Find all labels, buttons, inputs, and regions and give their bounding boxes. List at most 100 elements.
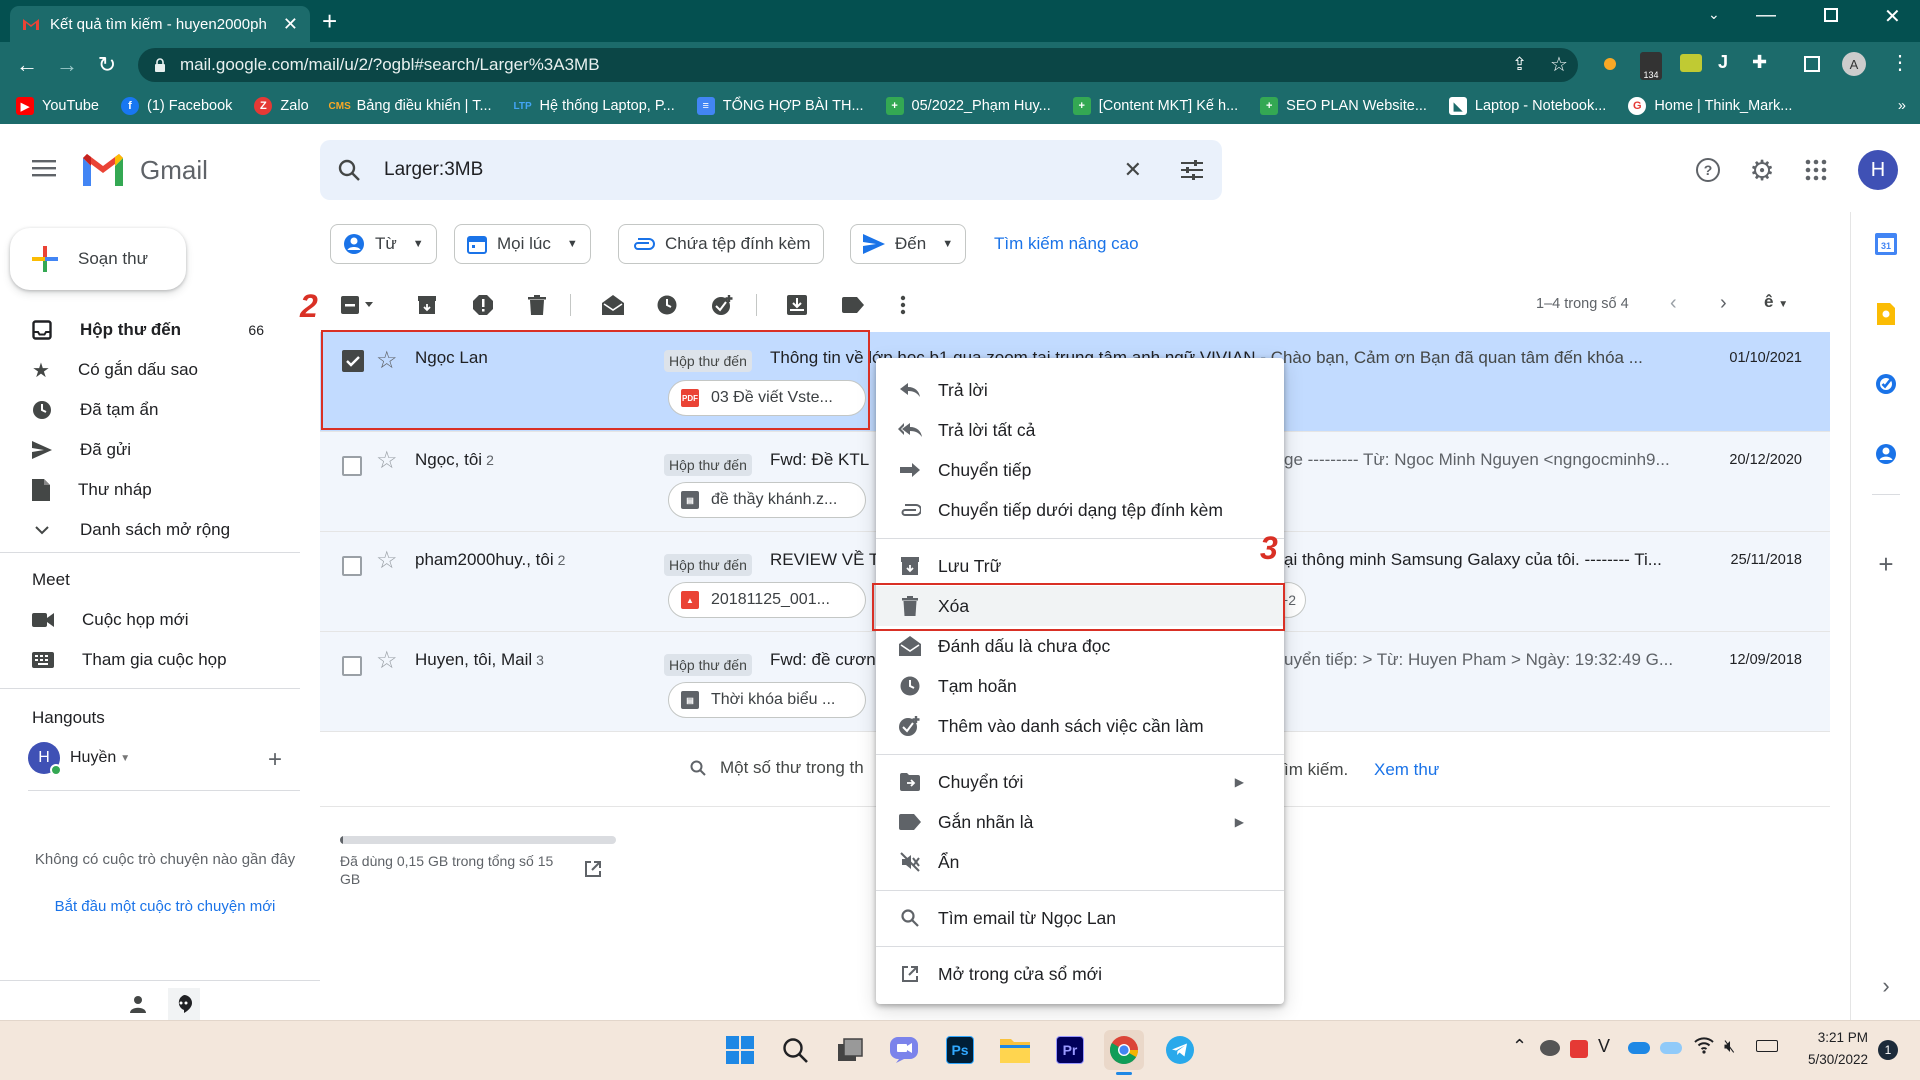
nav-more[interactable]: Danh sách mở rộng <box>0 510 300 550</box>
nav-inbox[interactable]: Hộp thư đến 66 <box>0 310 300 350</box>
menu-item-snooze[interactable]: Tạm hoãn <box>876 666 1284 706</box>
attachment-chip[interactable]: ▤ đề thầy khánh.z... <box>668 482 866 518</box>
bookmark-item[interactable]: CMS Bảng điều khiển | T... <box>329 97 492 115</box>
menu-item-find-emails[interactable]: Tìm email từ Ngọc Lan <box>876 898 1284 938</box>
clock-time[interactable]: 3:21 PM <box>1796 1030 1868 1045</box>
onedrive-icon[interactable] <box>1660 1042 1682 1054</box>
search-options-icon[interactable] <box>1180 159 1204 181</box>
menu-item-mute[interactable]: Ẩn <box>876 842 1284 882</box>
settings-gear-icon[interactable]: ⚙ <box>1740 148 1784 192</box>
compose-button[interactable]: Soạn thư <box>10 228 186 290</box>
star-toggle-icon[interactable]: ☆ <box>376 446 398 475</box>
menu-item-label-as[interactable]: Gắn nhãn là ▶ <box>876 802 1284 842</box>
battery-icon[interactable] <box>1756 1040 1778 1052</box>
attachment-chip[interactable]: ▲ 20181125_001... <box>668 582 866 618</box>
tray-chevron-up-icon[interactable]: ⌃ <box>1512 1036 1527 1057</box>
attachment-chip[interactable]: ▤ Thời khóa biểu ... <box>668 682 866 718</box>
bookmark-item[interactable]: ◣ Laptop - Notebook... <box>1448 97 1606 115</box>
extension-badge-icon[interactable]: 134 <box>1640 52 1662 80</box>
close-tab-icon[interactable]: ✕ <box>283 14 298 35</box>
archive-icon[interactable] <box>412 290 442 320</box>
restore-button[interactable] <box>1824 8 1838 22</box>
hangouts-status-chevron-icon[interactable]: ▼ <box>120 753 130 764</box>
volume-muted-icon[interactable]: 🔇︎ <box>1724 1036 1735 1057</box>
photoshop-app-icon[interactable]: Ps <box>940 1030 980 1070</box>
nav-snoozed[interactable]: Đã tạm ẩn <box>0 390 300 430</box>
tab-search-icon[interactable]: ⌄ <box>1708 6 1720 23</box>
extensions-puzzle-icon[interactable]: ✚ <box>1752 52 1767 73</box>
account-avatar[interactable]: H <box>1858 150 1898 190</box>
next-page-icon[interactable]: › <box>1720 292 1727 315</box>
help-icon[interactable]: ? <box>1686 148 1730 192</box>
clock-date[interactable]: 5/30/2022 <box>1790 1052 1868 1067</box>
menu-item-move-to[interactable]: Chuyển tới ▶ <box>876 762 1284 802</box>
forward-button[interactable]: → <box>50 48 84 82</box>
star-toggle-icon[interactable]: ☆ <box>376 546 398 575</box>
menu-item-add-task[interactable]: Thêm vào danh sách việc cần làm <box>876 706 1284 746</box>
extension-green-icon[interactable] <box>1680 54 1702 72</box>
menu-item-mark-unread[interactable]: Đánh dấu là chưa đọc <box>876 626 1284 666</box>
contacts-person-icon[interactable] <box>124 990 152 1018</box>
tray-app-icon[interactable] <box>1570 1040 1588 1058</box>
filter-time-chip[interactable]: Mọi lúc ▼ <box>454 224 591 264</box>
calendar-app-icon[interactable]: 31 <box>1868 226 1904 262</box>
teams-chat-icon[interactable] <box>884 1030 924 1070</box>
extension-orange-icon[interactable] <box>1604 58 1616 70</box>
reload-button[interactable]: ↻ <box>90 48 124 82</box>
bookmark-item[interactable]: + [Content MKT] Kế h... <box>1072 97 1238 115</box>
view-messages-link[interactable]: Xem thư <box>1374 760 1439 780</box>
side-panel-icon[interactable] <box>1804 56 1820 72</box>
premiere-app-icon[interactable]: Pr <box>1050 1030 1090 1070</box>
search-bar[interactable]: Larger:3MB ✕ <box>320 140 1222 200</box>
bookmarks-overflow-icon[interactable]: » <box>1898 98 1906 114</box>
star-toggle-icon[interactable]: ☆ <box>376 646 398 675</box>
share-icon[interactable]: ⇪ <box>1512 54 1527 75</box>
clear-search-icon[interactable]: ✕ <box>1124 157 1142 183</box>
filter-from-chip[interactable]: Từ ▼ <box>330 224 437 264</box>
keep-app-icon[interactable] <box>1868 296 1904 332</box>
row-checkbox[interactable] <box>342 556 362 576</box>
row-checkbox[interactable] <box>342 656 362 676</box>
bookmark-item[interactable]: ▶ YouTube <box>16 97 99 115</box>
minimize-button[interactable]: — <box>1756 4 1776 27</box>
filter-to-chip[interactable]: Đến ▼ <box>850 224 967 264</box>
search-input[interactable]: Larger:3MB <box>384 159 1124 181</box>
prev-page-icon[interactable]: ‹ <box>1670 292 1677 315</box>
bookmark-item[interactable]: ≡ TỔNG HỢP BÀI TH... <box>696 97 864 115</box>
tray-v-icon[interactable]: V <box>1598 1036 1610 1057</box>
move-to-icon[interactable] <box>782 290 812 320</box>
profile-avatar[interactable]: A <box>1842 52 1866 76</box>
menu-item-archive[interactable]: Lưu Trữ <box>876 546 1284 586</box>
nav-sent[interactable]: Đã gửi <box>0 430 300 470</box>
contacts-app-icon[interactable] <box>1868 436 1904 472</box>
browser-tab[interactable]: Kết quả tìm kiếm - huyen2000ph ✕ <box>10 6 310 42</box>
bookmark-item[interactable]: f (1) Facebook <box>120 97 232 115</box>
bookmark-item[interactable]: LTP Hệ thống Laptop, P... <box>513 97 674 115</box>
task-view-icon[interactable] <box>830 1030 870 1070</box>
notification-badge[interactable]: 1 <box>1878 1040 1898 1060</box>
more-options-icon[interactable] <box>888 290 918 320</box>
taskbar-search-icon[interactable] <box>775 1030 815 1070</box>
onedrive-icon[interactable] <box>1628 1042 1650 1054</box>
filter-attachment-chip[interactable]: Chứa tệp đính kèm <box>618 224 824 264</box>
hangouts-chat-icon[interactable] <box>168 988 200 1020</box>
chrome-app-icon[interactable] <box>1104 1030 1144 1070</box>
bookmark-item[interactable]: + SEO PLAN Website... <box>1260 97 1427 115</box>
wifi-icon[interactable] <box>1694 1036 1714 1054</box>
tray-app-icon[interactable] <box>1540 1040 1560 1056</box>
mark-unread-icon[interactable] <box>598 290 628 320</box>
select-all-checkbox[interactable] <box>338 290 378 320</box>
input-tools-icon[interactable]: ê ▼ <box>1764 292 1788 312</box>
bookmark-item[interactable]: G Home | Think_Mark... <box>1628 97 1792 115</box>
meet-join[interactable]: Tham gia cuộc họp <box>0 640 300 680</box>
row-checkbox[interactable] <box>342 456 362 476</box>
telegram-app-icon[interactable] <box>1160 1030 1200 1070</box>
menu-item-reply[interactable]: Trả lời <box>876 370 1284 410</box>
expand-panel-icon[interactable]: › <box>1868 968 1904 1004</box>
start-chat-link[interactable]: Bắt đầu một cuộc trò chuyện mới <box>30 898 300 915</box>
back-button[interactable]: ← <box>10 48 44 82</box>
label-icon[interactable] <box>838 290 868 320</box>
menu-item-reply-all[interactable]: Trả lời tất cả <box>876 410 1284 450</box>
nav-starred[interactable]: ★ Có gắn dấu sao <box>0 350 300 390</box>
meet-new-meeting[interactable]: Cuộc họp mới <box>0 600 300 640</box>
